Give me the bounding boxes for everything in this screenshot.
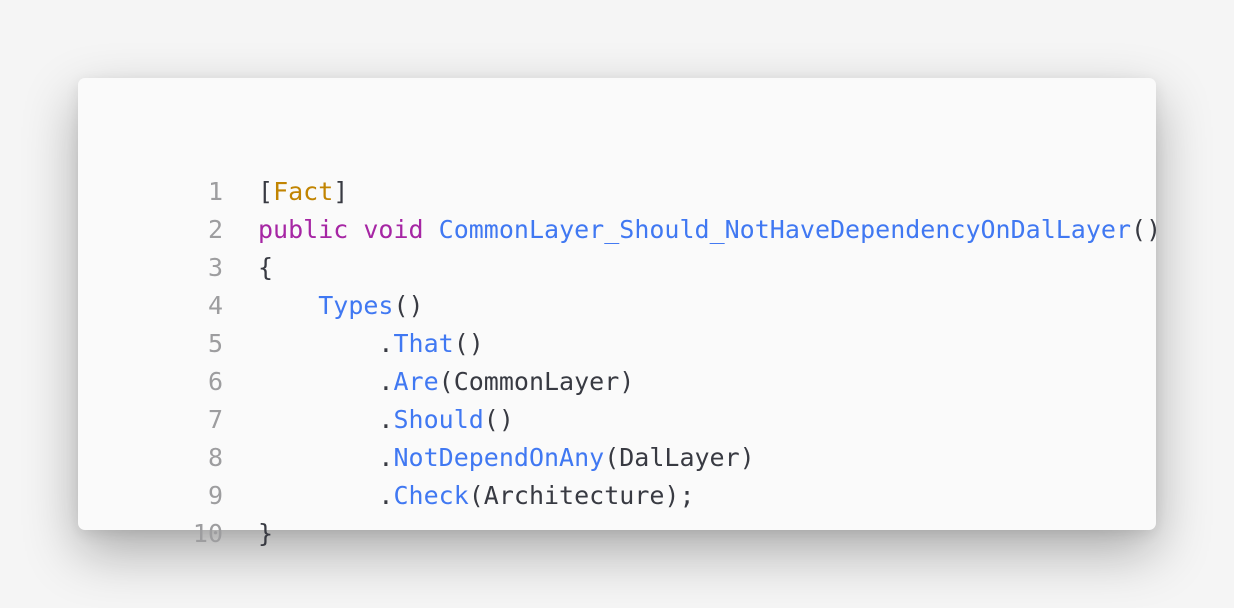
line-source: [Fact] [258,173,348,211]
code-punctuation: } [258,519,274,548]
line-source: { [258,249,273,287]
line-source: } [258,515,273,553]
line-source: .That() [258,325,484,363]
code-punctuation: () [393,291,424,320]
line-source: public void CommonLayer_Should_NotHaveDe… [258,211,1161,249]
code-identifier: Are [393,367,439,396]
line-source: .Should() [258,401,514,439]
line-number: 5 [207,329,223,358]
code-line: 3{ [78,249,273,287]
code-punctuation: . [378,443,394,472]
code-line: 7 .Should() [78,401,514,439]
code-punctuation: [ [258,177,274,206]
code-punctuation: () [483,405,514,434]
code-keyword: void [363,215,424,244]
code-punctuation: () [1131,215,1162,244]
code-punctuation: (DalLayer) [604,443,755,472]
code-attribute: Fact [273,177,334,206]
code-punctuation: () [453,329,484,358]
line-number: 7 [207,405,223,434]
line-source: .NotDependOnAny(DalLayer) [258,439,755,477]
line-number: 6 [207,367,223,396]
code-identifier: That [393,329,454,358]
code-line: 8 .NotDependOnAny(DalLayer) [78,439,755,477]
line-number: 10 [192,519,223,548]
code-punctuation: ] [333,177,349,206]
code-punctuation: (Architecture); [468,481,695,510]
code-identifier: Check [393,481,469,510]
code-identifier: Should [393,405,484,434]
code-line: 5 .That() [78,325,484,363]
code-line: 6 .Are(CommonLayer) [78,363,634,401]
line-number: 2 [207,215,223,244]
code-punctuation [348,215,363,244]
code-punctuation [424,215,439,244]
line-number: 3 [207,253,223,282]
code-punctuation: { [258,253,274,282]
code-line: 2 public void CommonLayer_Should_NotHaveD… [78,211,1161,249]
code-identifier: Types [318,291,394,320]
code-line: 10} [78,515,273,553]
code-punctuation: . [378,481,394,510]
code-punctuation: . [378,367,394,396]
code-punctuation: . [378,329,394,358]
code-line: 4 Types() [78,287,424,325]
code-punctuation: (CommonLayer) [438,367,635,396]
line-number: 8 [207,443,223,472]
code-punctuation: . [378,405,394,434]
line-source: Types() [258,287,424,325]
code-line: 1 [Fact] [78,173,348,211]
code-line: 9 .Check(Architecture); [78,477,695,515]
code-snippet-card: 1 [Fact] 2 public void CommonLayer_Should_N… [78,78,1161,548]
line-source: .Check(Architecture); [258,477,695,515]
code-identifier: NotDependOnAny [393,443,605,472]
code-identifier: CommonLayer_Should_NotHaveDependencyOnDa… [438,215,1132,244]
line-number: 4 [207,291,223,320]
line-number: 9 [207,481,223,510]
code-keyword: public [258,215,349,244]
line-number: 1 [207,177,223,206]
line-source: .Are(CommonLayer) [258,363,634,401]
